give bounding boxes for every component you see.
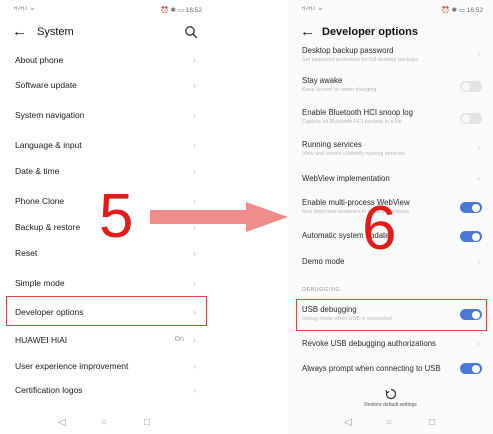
menu-item-simple-mode[interactable]: Simple mode › bbox=[0, 275, 212, 291]
navigation-bar: ◁ ○ □ bbox=[288, 414, 493, 434]
option-title: Running services bbox=[302, 140, 362, 149]
chevron-right-icon: › bbox=[193, 335, 196, 345]
back-arrow-icon[interactable]: ← bbox=[12, 24, 27, 40]
chevron-right-icon: › bbox=[193, 140, 196, 150]
menu-item-date-time[interactable]: Date & time › bbox=[0, 163, 212, 179]
menu-item-value: On bbox=[174, 336, 184, 343]
page-title: System bbox=[37, 26, 74, 38]
step-number-6: 6 bbox=[362, 194, 397, 263]
option-title: Always prompt when connecting to USB bbox=[302, 364, 441, 373]
menu-item-label: About phone bbox=[15, 55, 64, 65]
chevron-right-icon: › bbox=[193, 166, 196, 176]
status-time: ⏰ ✱ ▭ 16:52 bbox=[160, 7, 202, 14]
menu-item-label: User experience improvement bbox=[15, 361, 129, 371]
menu-item-software-update[interactable]: Software update › bbox=[0, 77, 212, 93]
always-prompt-usb-toggle[interactable] bbox=[460, 363, 482, 374]
status-bar: ᴴᴶᴴᴶ ≈ ⏰ ✱ ▭ 16:52 bbox=[288, 0, 493, 18]
menu-item-certification-logos[interactable]: Certification logos › bbox=[0, 382, 212, 398]
status-time: ⏰ ✱ ▭ 16:52 bbox=[441, 7, 483, 14]
menu-item-user-experience[interactable]: User experience improvement › bbox=[0, 358, 212, 374]
restore-label: Restore default settings bbox=[364, 402, 417, 408]
option-subtitle: Set password protection for full desktop… bbox=[302, 57, 418, 63]
multi-process-webview-toggle[interactable] bbox=[460, 202, 482, 213]
option-title: Desktop backup password bbox=[302, 46, 394, 55]
chevron-right-icon: › bbox=[477, 49, 480, 58]
option-title: Stay awake bbox=[302, 76, 343, 85]
stay-awake-toggle[interactable] bbox=[460, 81, 482, 92]
toggle-knob bbox=[462, 82, 470, 91]
step-number-5: 5 bbox=[99, 182, 134, 251]
system-header: ← System bbox=[0, 22, 212, 44]
option-title: Revoke USB debugging authorizations bbox=[302, 339, 436, 348]
option-stay-awake[interactable]: Stay awake Keep screen on when charging bbox=[288, 76, 493, 98]
chevron-right-icon: › bbox=[477, 257, 480, 266]
menu-item-label: Reset bbox=[15, 248, 38, 258]
search-icon[interactable] bbox=[184, 25, 198, 39]
option-subtitle: View and control currently running servi… bbox=[302, 151, 405, 157]
toggle-knob bbox=[472, 203, 480, 212]
toggle-knob bbox=[472, 364, 480, 373]
nav-home-icon[interactable]: ○ bbox=[101, 417, 107, 429]
option-subtitle: Capture all Bluetooth HCI packets in a f… bbox=[302, 119, 402, 125]
menu-item-label: Backup & restore bbox=[15, 222, 81, 232]
option-subtitle: Keep screen on when charging bbox=[302, 87, 377, 93]
nav-back-icon[interactable]: ◁ bbox=[344, 417, 352, 429]
menu-item-label: Simple mode bbox=[15, 278, 65, 288]
chevron-right-icon: › bbox=[193, 278, 196, 288]
option-title: Enable Bluetooth HCI snoop log bbox=[302, 108, 413, 117]
toggle-knob bbox=[462, 114, 470, 123]
option-title: WebView implementation bbox=[302, 174, 390, 183]
automatic-updates-toggle[interactable] bbox=[460, 231, 482, 242]
chevron-right-icon: › bbox=[193, 80, 196, 90]
menu-item-about-phone[interactable]: About phone › bbox=[0, 52, 212, 68]
menu-item-system-navigation[interactable]: System navigation › bbox=[0, 107, 212, 123]
nav-recents-icon[interactable]: □ bbox=[429, 417, 435, 429]
chevron-right-icon: › bbox=[193, 248, 196, 258]
signal-wifi-indicators: ᴴᴶᴴᴶ ≈ bbox=[14, 6, 36, 13]
chevron-right-icon: › bbox=[193, 110, 196, 120]
menu-item-label: Phone Clone bbox=[15, 196, 65, 206]
section-header-debugging: DEBUGGING bbox=[302, 287, 341, 293]
menu-item-language-input[interactable]: Language & input › bbox=[0, 137, 212, 153]
highlight-usb-debugging bbox=[296, 299, 487, 331]
status-bar: ᴴᴶᴴᴶ ≈ ⏰ ✱ ▭ 16:52 bbox=[0, 0, 212, 18]
chevron-right-icon: › bbox=[477, 174, 480, 183]
page-title: Developer options bbox=[322, 26, 418, 38]
highlight-developer-options bbox=[6, 296, 207, 326]
toggle-knob bbox=[472, 232, 480, 241]
step-arrow-icon bbox=[150, 202, 288, 232]
menu-item-huawei-hiai[interactable]: HUAWEI HiAI On › bbox=[0, 332, 212, 348]
menu-item-label: Date & time bbox=[15, 166, 60, 176]
navigation-bar: ◁ ○ □ bbox=[0, 414, 212, 434]
chevron-right-icon: › bbox=[477, 143, 480, 152]
option-bluetooth-hci-snoop[interactable]: Enable Bluetooth HCI snoop log Capture a… bbox=[288, 108, 493, 130]
option-always-prompt-usb[interactable]: Always prompt when connecting to USB bbox=[288, 363, 493, 377]
restore-default-settings-button[interactable]: Restore default settings bbox=[288, 388, 493, 412]
signal-wifi-indicators: ᴴᴶᴴᴶ ≈ bbox=[302, 6, 324, 13]
nav-recents-icon[interactable]: □ bbox=[144, 417, 150, 429]
option-webview-implementation[interactable]: WebView implementation › bbox=[288, 173, 493, 187]
menu-item-label: HUAWEI HiAI bbox=[15, 335, 68, 345]
restore-icon bbox=[384, 388, 396, 400]
back-arrow-icon[interactable]: ← bbox=[300, 24, 315, 40]
menu-item-label: System navigation bbox=[15, 110, 85, 120]
developer-options-header: ← Developer options bbox=[288, 22, 493, 44]
menu-item-label: Language & input bbox=[15, 140, 82, 150]
bluetooth-hci-toggle[interactable] bbox=[460, 113, 482, 124]
option-revoke-usb-authorizations[interactable]: Revoke USB debugging authorizations › bbox=[288, 338, 493, 352]
option-title: Demo mode bbox=[302, 257, 345, 266]
chevron-right-icon: › bbox=[193, 361, 196, 371]
chevron-right-icon: › bbox=[477, 339, 480, 348]
menu-item-label: Software update bbox=[15, 80, 77, 90]
chevron-right-icon: › bbox=[193, 385, 196, 395]
option-running-services[interactable]: Running services View and control curren… bbox=[288, 140, 493, 162]
chevron-right-icon: › bbox=[193, 55, 196, 65]
nav-back-icon[interactable]: ◁ bbox=[58, 417, 66, 429]
nav-home-icon[interactable]: ○ bbox=[386, 417, 392, 429]
menu-item-label: Certification logos bbox=[15, 385, 83, 395]
option-desktop-backup-password[interactable]: Desktop backup password Set password pro… bbox=[288, 46, 493, 68]
